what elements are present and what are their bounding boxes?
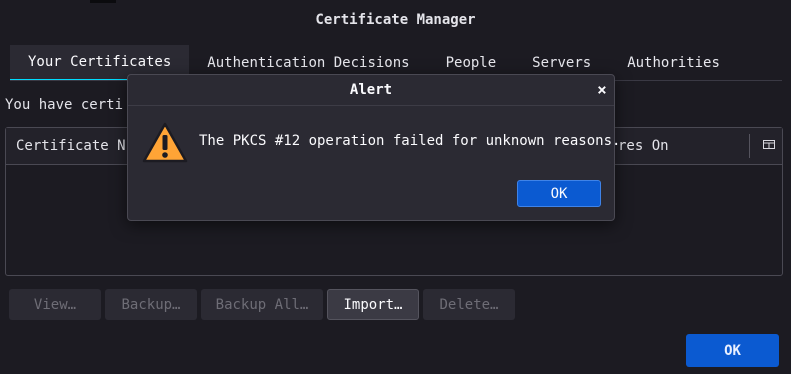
modal-overlay: Alert × The PKCS #12 operation failed fo…	[0, 0, 791, 374]
alert-title-divider	[128, 105, 614, 106]
alert-message: The PKCS #12 operation failed for unknow…	[199, 133, 621, 149]
close-icon[interactable]: ×	[594, 81, 610, 99]
alert-ok-button[interactable]: OK	[517, 180, 601, 207]
alert-title: Alert	[349, 82, 393, 98]
warning-icon	[142, 122, 188, 163]
alert-dialog: Alert × The PKCS #12 operation failed fo…	[127, 74, 620, 221]
